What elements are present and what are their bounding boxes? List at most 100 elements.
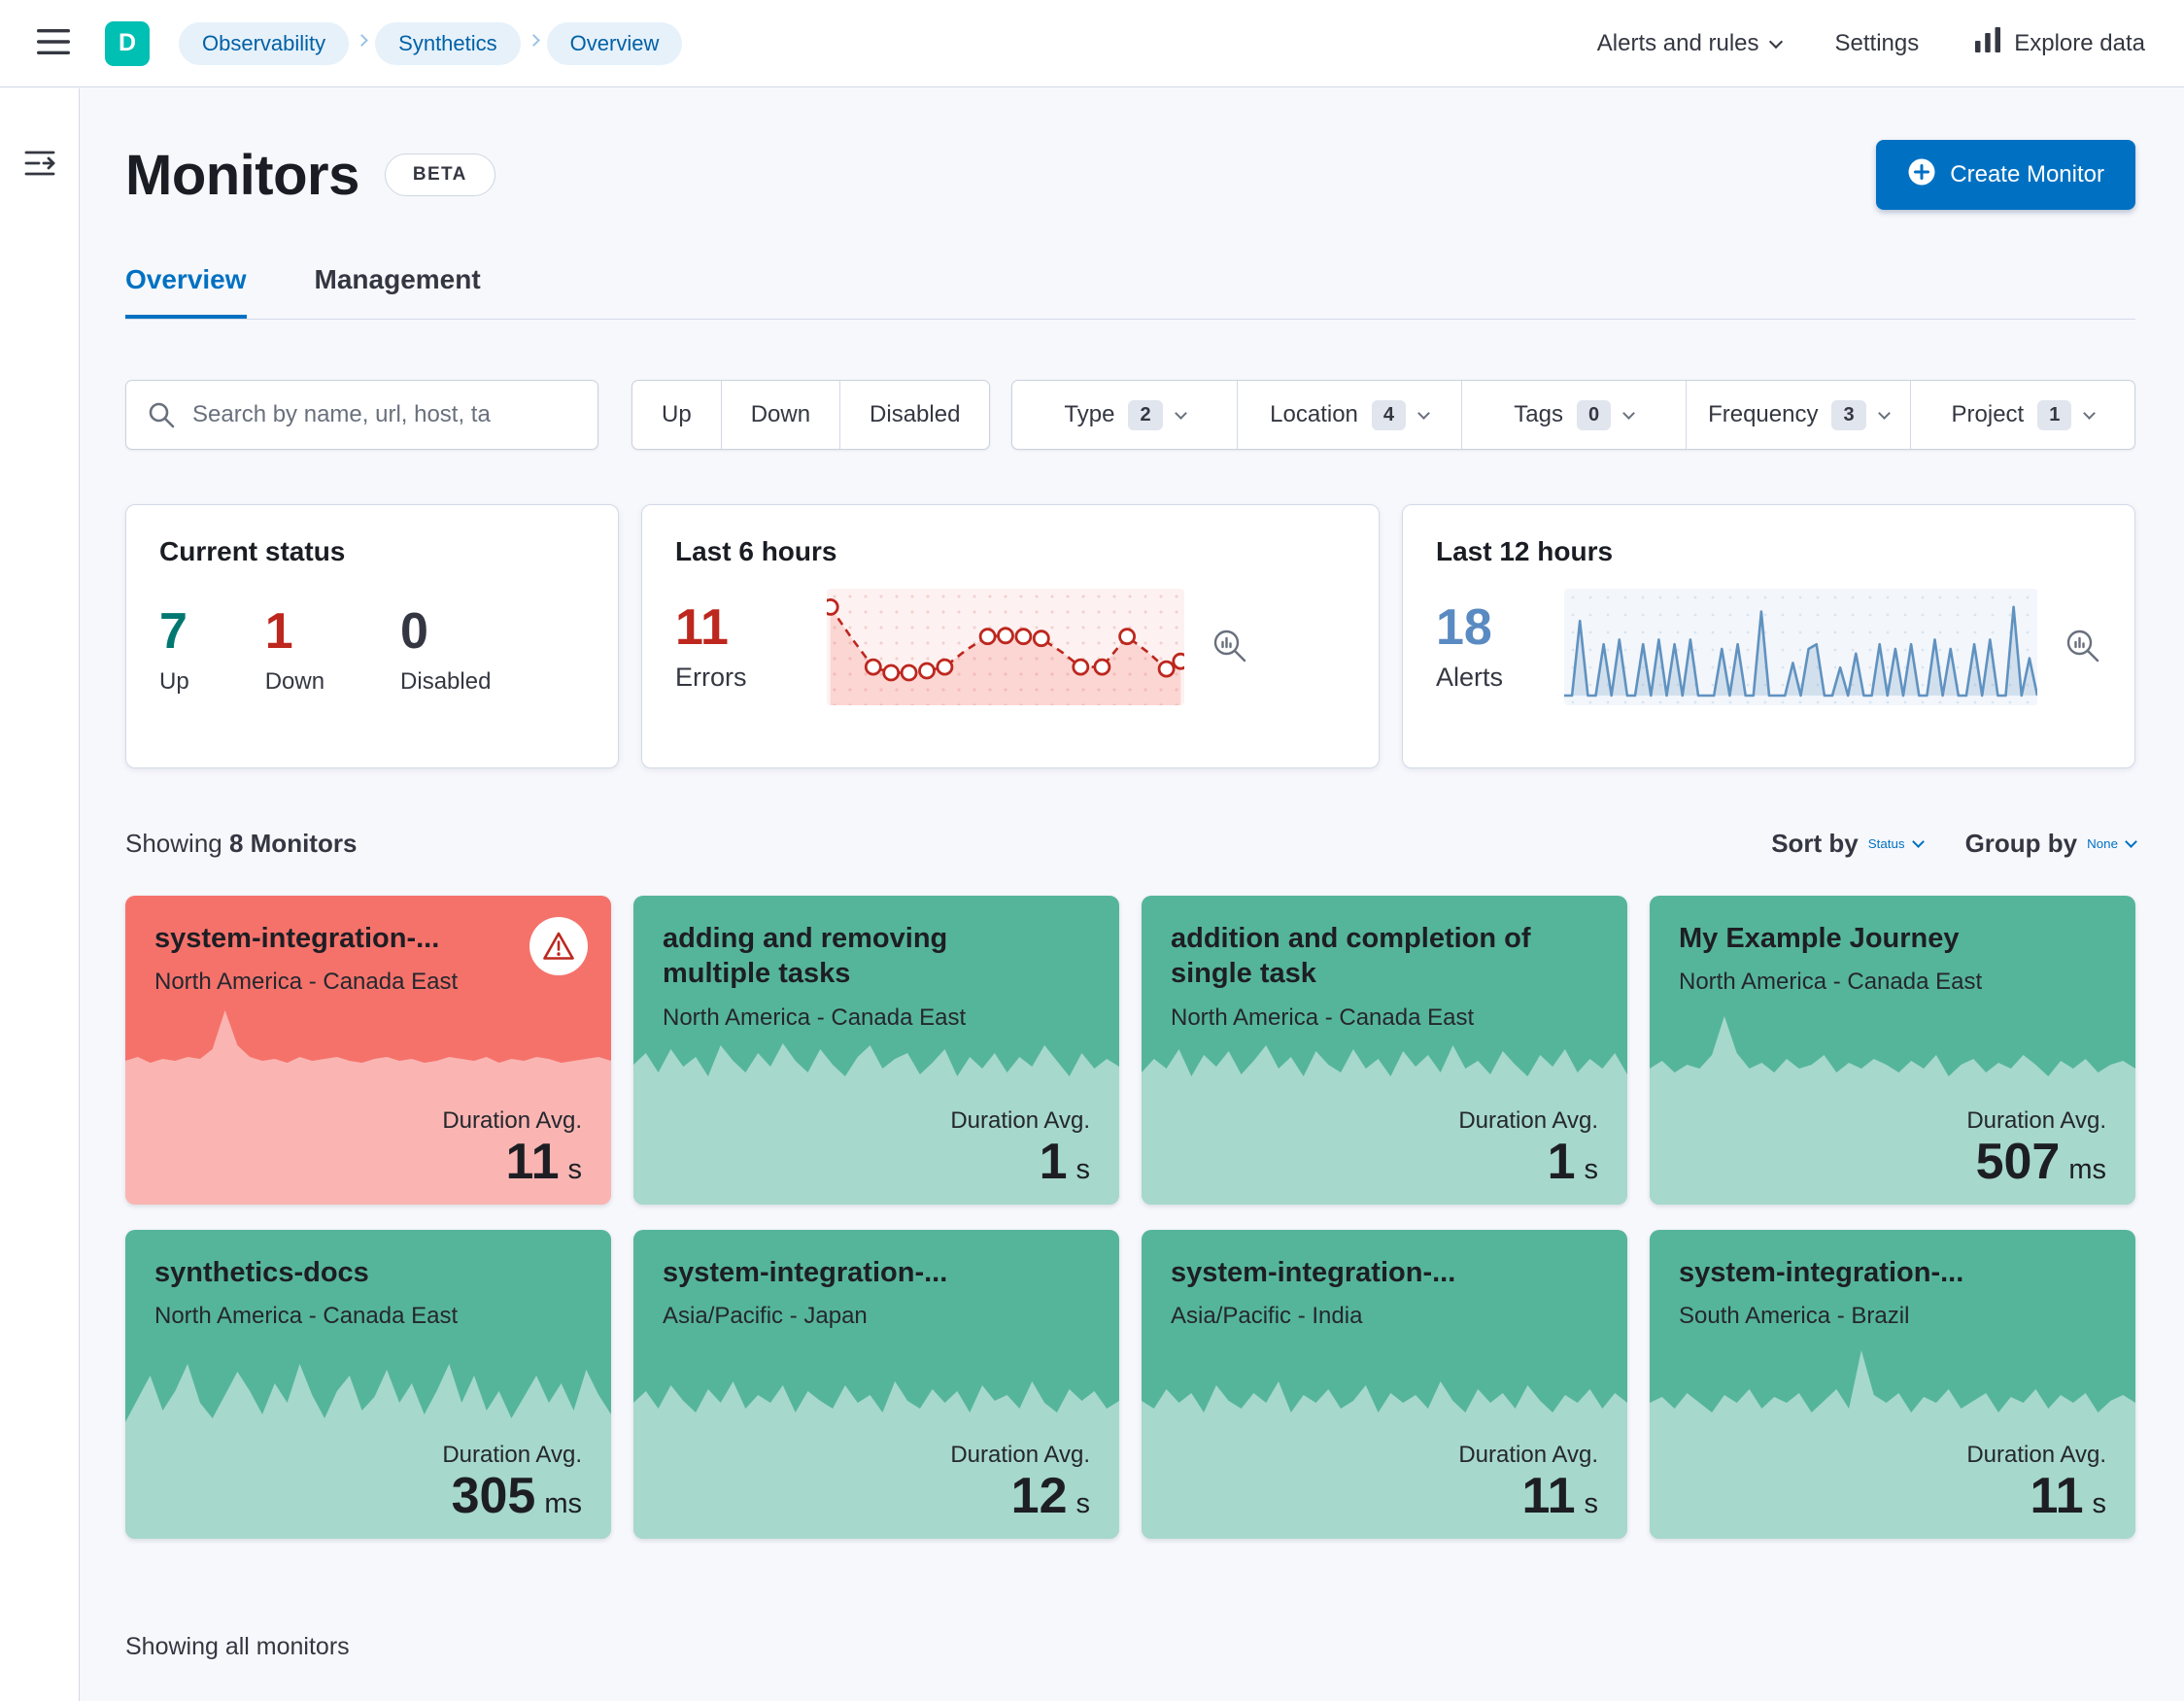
stat-down-label: Down [264, 668, 325, 695]
filter-frequency-dropdown[interactable]: Frequency 3 [1685, 381, 1910, 449]
duration-value: 12 [1010, 1468, 1068, 1524]
chevron-down-icon [1417, 406, 1430, 420]
warning-icon [529, 917, 588, 975]
alerts-and-rules-button[interactable]: Alerts and rules [1596, 29, 1783, 57]
duration-unit: ms [2068, 1154, 2106, 1185]
group-by-value[interactable]: None [2087, 835, 2137, 851]
alerts-value: 18 [1436, 598, 1492, 656]
monitor-card[interactable]: system-integration-... Asia/Pacific - Ja… [633, 1230, 1119, 1539]
chevron-down-icon [2125, 835, 2137, 848]
duration-label: Duration Avg. [442, 1107, 582, 1134]
filter-tags-dropdown[interactable]: Tags 0 [1460, 381, 1686, 449]
hamburger-menu-button[interactable] [29, 27, 78, 59]
stat-disabled-value: 0 [400, 603, 428, 660]
duration-value: 11 [2030, 1468, 2084, 1524]
monitor-card[interactable]: addition and completion of single task N… [1142, 896, 1627, 1205]
create-monitor-button[interactable]: Create Monitor [1876, 140, 2135, 210]
monitor-name: adding and removing multiple tasks [663, 923, 948, 990]
filter-location-dropdown[interactable]: Location 4 [1236, 381, 1461, 449]
group-by: Group by None [1965, 829, 2137, 859]
monitor-card[interactable]: synthetics-docs North America - Canada E… [125, 1230, 611, 1539]
duration-unit: s [2092, 1488, 2107, 1519]
stat-disabled-label: Disabled [400, 668, 492, 695]
stat-up: 7 Up [159, 606, 189, 696]
monitor-duration: Duration Avg. 11 s [1966, 1442, 2106, 1521]
monitor-location: North America - Canada East [1171, 1004, 1475, 1031]
stat-disabled: 0 Disabled [400, 606, 491, 696]
filter-label: Project [1951, 401, 2025, 427]
monitor-location: Asia/Pacific - India [1171, 1303, 1363, 1330]
left-sidebar [0, 88, 80, 1701]
last-6-hours-card: Last 6 hours 11 Errors [641, 504, 1380, 768]
chevron-down-icon [1768, 34, 1783, 49]
stat-down-value: 1 [264, 603, 293, 660]
filter-count-badge: 4 [1371, 399, 1407, 430]
duration-value: 1 [1039, 1134, 1068, 1190]
duration-label: Duration Avg. [1458, 1107, 1598, 1134]
monitor-card[interactable]: system-integration-... North America - C… [125, 896, 611, 1205]
duration-label: Duration Avg. [1458, 1442, 1598, 1468]
monitor-card[interactable]: system-integration-... South America - B… [1650, 1230, 2135, 1539]
bar-chart-icon [1973, 25, 2002, 61]
top-bar: D Observability Synthetics Overview Aler… [0, 0, 2184, 87]
breadcrumb-item-overview[interactable]: Overview [546, 21, 683, 65]
chevron-down-icon [1877, 406, 1891, 420]
search-input[interactable] [125, 380, 598, 450]
monitor-card[interactable]: adding and removing multiple tasks North… [633, 896, 1119, 1205]
monitor-duration: Duration Avg. 12 s [950, 1442, 1090, 1521]
filter-disabled-button[interactable]: Disabled [839, 381, 989, 449]
monitor-count: 8 Monitors [228, 829, 358, 858]
filter-label: Location [1270, 401, 1358, 427]
monitor-duration: Duration Avg. 1s [950, 1107, 1090, 1187]
menu-expand-icon [23, 149, 56, 181]
filter-up-button[interactable]: Up [632, 381, 721, 449]
tab-overview[interactable]: Overview [125, 264, 247, 319]
monitor-duration: Duration Avg. 11 s [1458, 1442, 1598, 1521]
duration-unit: s [1075, 1154, 1091, 1185]
filter-count-badge: 2 [1128, 399, 1163, 430]
filter-label: Frequency [1708, 401, 1819, 427]
plus-in-circle-icon [1907, 157, 1936, 193]
create-monitor-label: Create Monitor [1950, 161, 2104, 187]
space-avatar[interactable]: D [105, 20, 150, 66]
last-12-hours-title: Last 12 hours [1436, 536, 1614, 566]
alerts-and-rules-label: Alerts and rules [1596, 29, 1759, 56]
monitor-name: addition and completion of single task [1171, 923, 1531, 990]
breadcrumb-item-observability[interactable]: Observability [179, 21, 350, 65]
duration-unit: s [1584, 1488, 1599, 1519]
monitor-location: North America - Canada East [663, 1004, 967, 1031]
settings-button[interactable]: Settings [1835, 30, 1920, 57]
duration-value: 507 [1975, 1134, 2061, 1190]
duration-label: Duration Avg. [442, 1442, 582, 1468]
chevron-down-icon [1911, 835, 1925, 848]
monitor-card[interactable]: My Example Journey North America - Canad… [1650, 896, 2135, 1205]
sort-by-value-label: Status [1867, 836, 1905, 851]
filter-type-dropdown[interactable]: Type 2 [1012, 381, 1236, 449]
monitor-card[interactable]: system-integration-... Asia/Pacific - In… [1142, 1230, 1627, 1539]
breadcrumb-separator-icon [527, 34, 540, 47]
duration-label: Duration Avg. [1966, 1107, 2106, 1134]
monitor-location: Asia/Pacific - Japan [663, 1303, 868, 1330]
monitor-duration: Duration Avg. 1s [1458, 1107, 1598, 1187]
inspect-errors-button[interactable] [1211, 628, 1248, 667]
filter-down-button[interactable]: Down [720, 381, 839, 449]
inspect-alerts-button[interactable] [2065, 628, 2101, 667]
sidebar-expand-button[interactable] [0, 149, 80, 181]
current-status-card: Current status 7 Up 1 Down 0 Disabled [125, 504, 619, 768]
filter-dropdown-group: Type 2 Location 4 Tags 0 Frequency 3 Pro… [1011, 380, 2135, 450]
monitor-name: system-integration-... [663, 1257, 948, 1288]
sort-by-value[interactable]: Status [1867, 835, 1925, 851]
monitor-location: South America - Brazil [1679, 1303, 1910, 1330]
breadcrumb-item-synthetics[interactable]: Synthetics [375, 21, 521, 65]
filter-label: Tags [1514, 401, 1563, 427]
tab-management[interactable]: Management [315, 264, 481, 319]
breadcrumb: Observability Synthetics Overview [179, 21, 683, 65]
explore-data-button[interactable]: Explore data [1973, 25, 2145, 61]
duration-unit: s [1584, 1154, 1599, 1185]
explore-data-label: Explore data [2014, 29, 2145, 56]
duration-unit: s [1075, 1488, 1091, 1519]
filter-project-dropdown[interactable]: Project 1 [1909, 381, 2134, 449]
duration-unit: s [567, 1154, 583, 1185]
chevron-down-icon [2083, 406, 2097, 420]
errors-value: 11 [675, 598, 729, 656]
